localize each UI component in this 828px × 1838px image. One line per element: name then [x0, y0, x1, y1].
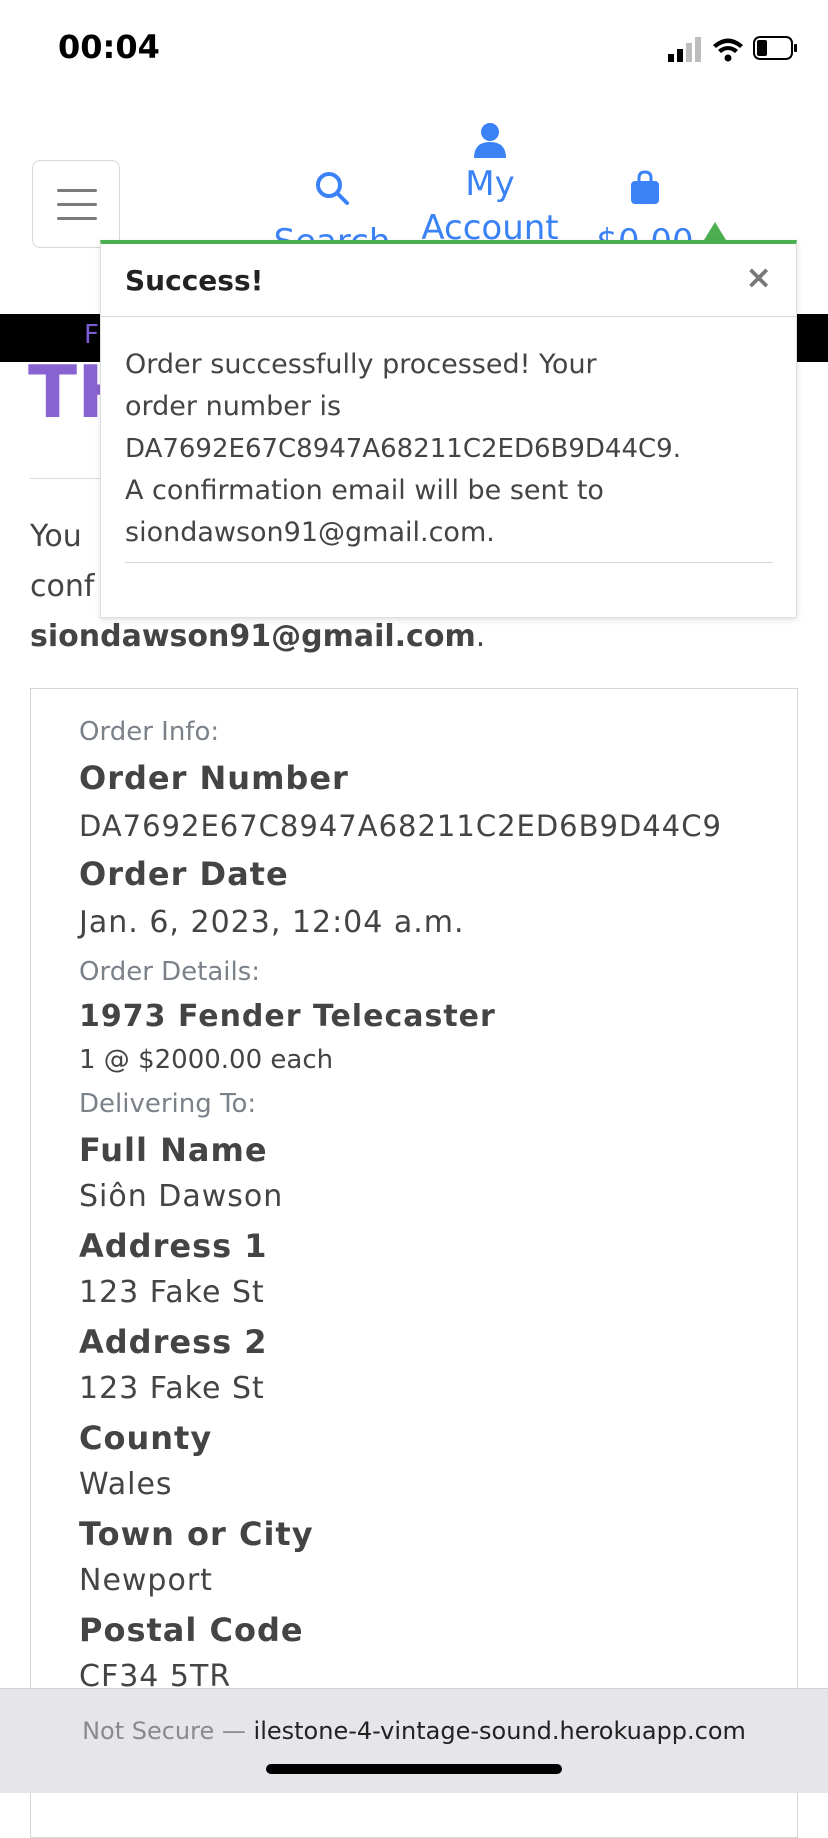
search-icon [262, 170, 402, 206]
county-value: Wales [79, 1467, 173, 1502]
full-name-label: Full Name [79, 1131, 268, 1169]
intro-line-3: siondawson91@gmail.com. [30, 612, 790, 662]
nav-account-label: My Account [421, 164, 559, 248]
shopping-bag-icon [580, 170, 710, 206]
browser-address-bar[interactable]: Not Secure — ilestone-4-vintage-sound.he… [0, 1688, 828, 1793]
toast-arrow [704, 222, 726, 240]
url-row[interactable]: Not Secure — ilestone-4-vintage-sound.he… [0, 1717, 828, 1745]
order-summary-card: Order Info: Order Number DA7692E67C8947A… [30, 688, 798, 1838]
toast-message-line: order number is [125, 391, 342, 422]
status-time: 00:04 [58, 28, 160, 66]
address2-label: Address 2 [79, 1323, 268, 1361]
intro-period: . [475, 619, 486, 654]
toast-footer-divider [125, 562, 773, 563]
nav-search-label: Search [273, 222, 391, 242]
delivery-banner-text: F [84, 320, 99, 350]
menu-icon-bar [57, 203, 97, 206]
toast-message: Order successfully processed! Your order… [125, 344, 785, 554]
nav-shopping-bag[interactable]: $0.00 [580, 170, 710, 242]
signal-icon [668, 37, 701, 62]
home-indicator[interactable] [266, 1764, 562, 1774]
menu-icon [57, 189, 97, 192]
town-value: Newport [79, 1563, 213, 1598]
order-item-name: 1973 Fender Telecaster [79, 999, 496, 1034]
postal-code-label: Postal Code [79, 1611, 304, 1649]
order-date-value: Jan. 6, 2023, 12:04 a.m. [79, 905, 465, 940]
nav-my-account[interactable]: My Account [420, 122, 560, 248]
close-icon[interactable]: × [745, 258, 772, 296]
address1-label: Address 1 [79, 1227, 268, 1265]
not-secure-label: Not Secure — [82, 1717, 246, 1745]
intro-email: siondawson91@gmail.com [30, 619, 476, 654]
battery-icon [753, 36, 797, 60]
delivering-to-label: Delivering To: [79, 1089, 257, 1119]
address1-value: 123 Fake St [79, 1275, 265, 1310]
user-icon [420, 122, 560, 158]
order-number-label: Order Number [79, 759, 349, 797]
toast-message-line: Order successfully processed! Your [125, 349, 597, 380]
bag-total: $0.00 [596, 222, 694, 242]
full-name-value: Siôn Dawson [79, 1179, 284, 1214]
toast-email: siondawson91@gmail.com. [125, 517, 495, 548]
order-info-label: Order Info: [79, 717, 220, 747]
status-bar: 00:04 [0, 0, 828, 100]
order-number-value: DA7692E67C8947A68211C2ED6B9D44C9 [79, 809, 722, 843]
address2-value: 123 Fake St [79, 1371, 265, 1406]
toast-title: Success! [125, 264, 264, 297]
town-label: Town or City [79, 1515, 314, 1553]
toast-order-number: DA7692E67C8947A68211C2ED6B9D44C9. [125, 434, 681, 464]
status-icons [668, 34, 798, 64]
nav-search[interactable]: Search [262, 170, 402, 242]
order-item-qty-price: 1 @ $2000.00 each [79, 1045, 334, 1075]
menu-icon-bar [57, 217, 97, 220]
order-date-label: Order Date [79, 855, 289, 893]
url-text[interactable]: ilestone-4-vintage-sound.herokuapp.com [254, 1717, 746, 1745]
county-label: County [79, 1419, 213, 1457]
success-toast: Success! × Order successfully processed!… [100, 240, 797, 618]
order-details-label: Order Details: [79, 957, 261, 987]
toast-header-divider [101, 316, 796, 317]
wifi-icon [713, 38, 743, 62]
menu-toggle-button[interactable] [32, 160, 120, 248]
toast-message-line: A confirmation email will be sent to [125, 475, 604, 506]
